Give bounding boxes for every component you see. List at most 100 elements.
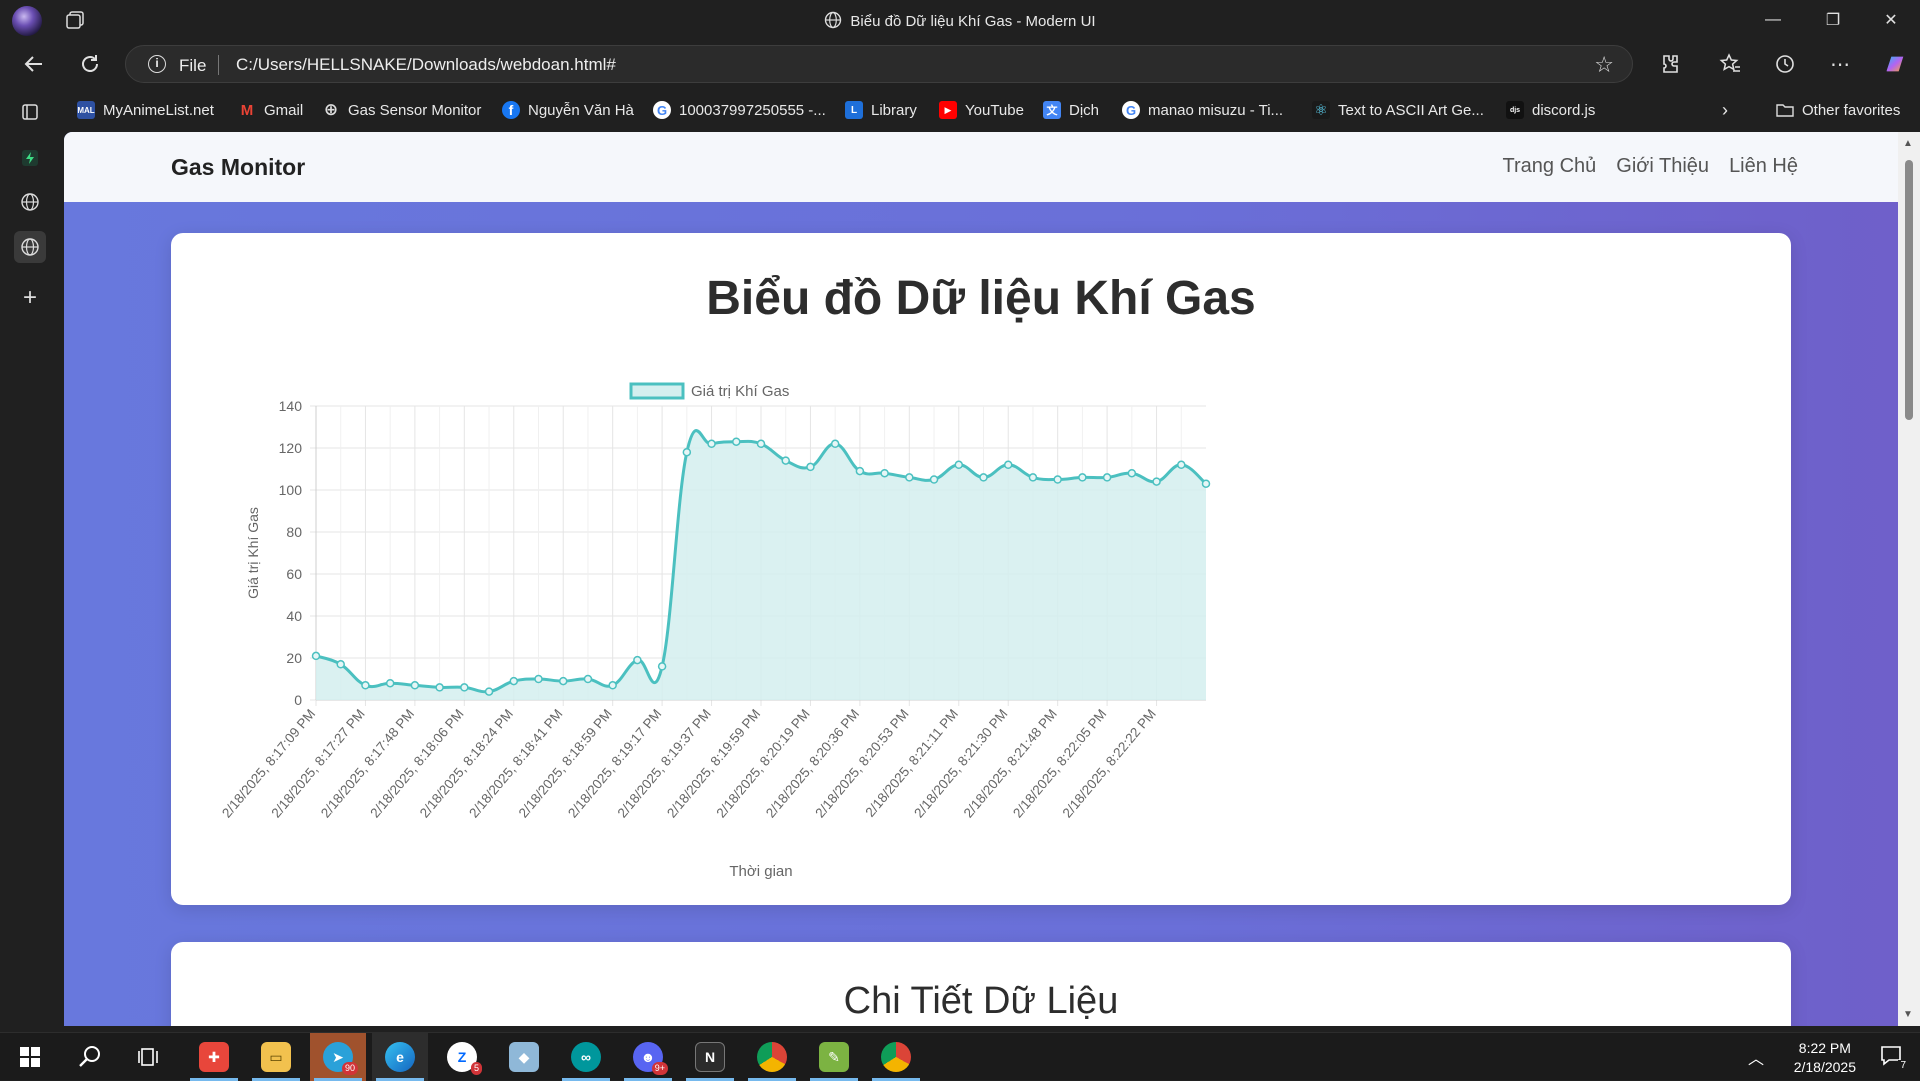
telegram-badge: 90 (341, 1062, 358, 1075)
taskbar-discord[interactable]: ☻ 9+ (620, 1033, 676, 1081)
scrollbar-thumb[interactable] (1905, 160, 1913, 420)
data-point (756, 439, 766, 449)
new-tab-plus-icon[interactable]: + (14, 282, 46, 314)
nav-link-home[interactable]: Trang Chủ (1503, 155, 1597, 178)
google-icon: G (653, 101, 671, 119)
taskbar-zalo[interactable]: Z5 (434, 1033, 490, 1081)
url-text[interactable]: C:/Users/HELLSNAKE/Downloads/webdoan.htm… (236, 55, 616, 75)
x-tick-label: 2/18/2025, 8:18:06 PM (367, 706, 466, 820)
taskbar-arduino[interactable]: ∞ (558, 1033, 614, 1081)
address-bar[interactable]: i File C:/Users/HELLSNAKE/Downloads/webd… (125, 45, 1633, 83)
legend-label: Giá trị Khí Gas (691, 383, 789, 400)
taskbar-notepad-plus[interactable]: ✎ (806, 1033, 862, 1081)
favorite-label: manao misuzu - Ti... (1148, 101, 1284, 119)
more-options-icon[interactable]: ⋯ (1828, 52, 1852, 76)
system-clock[interactable]: 8:22 PM 2/18/2025 (1794, 1039, 1856, 1077)
translate-icon: 文 (1043, 101, 1061, 119)
site-brand[interactable]: Gas Monitor (171, 154, 305, 181)
x-tick-label: 2/18/2025, 8:19:59 PM (664, 706, 763, 820)
favorite-ascii-art[interactable]: ⚛ Text to ASCII Art Ge... (1312, 100, 1484, 120)
notification-center-icon[interactable]: 7 (1880, 1045, 1908, 1071)
copilot-icon[interactable] (1883, 52, 1907, 76)
data-point (336, 660, 345, 669)
restore-button[interactable]: ❐ (1804, 0, 1862, 40)
detail-card: Chi Tiết Dữ Liệu (171, 942, 1791, 1026)
scroll-up-arrow-icon[interactable]: ▲ (1903, 138, 1913, 149)
taskbar-notion[interactable]: N (682, 1033, 738, 1081)
tab-active-globe-icon[interactable] (14, 231, 46, 263)
notepad-plus-icon: ✎ (819, 1042, 849, 1072)
favorite-label: YouTube (965, 101, 1024, 119)
back-icon[interactable] (22, 52, 46, 76)
taskbar-chrome-profile[interactable] (744, 1033, 800, 1081)
nav-link-contact[interactable]: Liên Hệ (1729, 155, 1798, 178)
taskbar-edge[interactable]: e (372, 1033, 428, 1081)
data-point (1003, 460, 1013, 470)
search-button[interactable] (62, 1033, 118, 1081)
favorite-label: Library (871, 101, 917, 119)
favorite-gas-sensor-monitor[interactable]: ⊕ Gas Sensor Monitor (322, 100, 482, 120)
show-hidden-icons-chevron-icon[interactable]: ︿ (1748, 1045, 1764, 1069)
favorite-label: Nguyễn Văn Hà (528, 101, 634, 119)
zalo-badge: 5 (470, 1062, 482, 1075)
scroll-down-arrow-icon[interactable]: ▼ (1903, 1009, 1913, 1020)
taskbar-chrome[interactable] (868, 1033, 924, 1081)
favorite-label: 100037997250555 -... (679, 101, 826, 119)
favorite-google-1[interactable]: G 100037997250555 -... (653, 100, 826, 120)
data-point (410, 681, 420, 690)
x-tick-label: 2/18/2025, 8:21:48 PM (961, 706, 1060, 820)
x-tick-label: 2/18/2025, 8:17:09 PM (219, 706, 318, 820)
favorite-discordjs[interactable]: djs discord.js (1506, 100, 1595, 120)
page-scrollbar[interactable]: ▲ ▼ (1898, 132, 1920, 1026)
taskbar-telegram[interactable]: ➤ 90 (310, 1033, 366, 1081)
clock-time: 8:22 PM (1798, 1040, 1851, 1056)
site-info-icon[interactable]: i (148, 55, 166, 73)
site-navbar: Gas Monitor Trang Chủ Giới Thiệu Liên Hệ (64, 132, 1898, 202)
y-tick-label: 20 (286, 650, 302, 666)
favorite-facebook[interactable]: f Nguyễn Văn Hà (502, 100, 634, 120)
tab-globe-icon[interactable] (14, 186, 46, 218)
data-point (435, 683, 444, 692)
favorite-mal[interactable]: MAL MyAnimeList.net (77, 100, 214, 120)
task-view-button[interactable] (122, 1033, 178, 1081)
favorite-youtube[interactable]: ▶ YouTube (939, 100, 1024, 120)
tab-app-icon[interactable] (14, 142, 46, 174)
taskbar-file-explorer[interactable]: ▭ (248, 1033, 304, 1081)
page-viewport: Gas Monitor Trang Chủ Giới Thiệu Liên Hệ… (64, 132, 1920, 1026)
favorites-overflow-chevron-icon[interactable]: › (1722, 100, 1728, 120)
taskbar-game-controller[interactable]: ✚ (186, 1033, 242, 1081)
other-favorites[interactable]: Other favorites (1776, 100, 1900, 120)
site-nav-links: Trang Chủ Giới Thiệu Liên Hệ (1503, 155, 1798, 178)
search-icon (79, 1046, 100, 1067)
taskbar-notes-app[interactable]: ◆ (496, 1033, 552, 1081)
folder-icon (1776, 101, 1794, 119)
history-icon[interactable] (1773, 52, 1797, 76)
arduino-icon: ∞ (571, 1042, 601, 1072)
x-tick-label: 2/18/2025, 8:22:22 PM (1060, 706, 1159, 820)
tab-actions-icon[interactable] (14, 96, 46, 128)
data-point (484, 687, 494, 696)
data-point (1078, 473, 1087, 482)
favorite-library[interactable]: L Library (845, 100, 917, 120)
favorite-label: MyAnimeList.net (103, 101, 214, 119)
other-favorites-label: Other favorites (1802, 101, 1901, 119)
data-point (954, 460, 964, 470)
facebook-icon: f (502, 101, 520, 119)
favorites-icon[interactable] (1718, 52, 1742, 76)
favorite-star-icon[interactable]: ☆ (1594, 52, 1614, 78)
data-point (979, 473, 988, 482)
favorite-translate[interactable]: 文 Dịch (1043, 100, 1099, 120)
data-point (855, 466, 865, 476)
refresh-icon[interactable] (78, 52, 102, 76)
close-button[interactable]: ✕ (1862, 0, 1920, 40)
y-tick-label: 100 (279, 482, 303, 498)
google-icon: G (1122, 101, 1140, 119)
extensions-icon[interactable] (1657, 52, 1681, 76)
nav-link-about[interactable]: Giới Thiệu (1616, 155, 1709, 178)
x-tick-label: 2/18/2025, 8:19:17 PM (565, 706, 664, 820)
start-button[interactable] (2, 1033, 58, 1081)
favorite-google-2[interactable]: Gmanao misuzu - Ti... (1122, 100, 1283, 120)
minimize-button[interactable]: — (1744, 0, 1802, 40)
favorite-gmail[interactable]: M Gmail (238, 100, 303, 120)
favorites-bar: MAL MyAnimeList.net M Gmail ⊕ Gas Sensor Mo… (0, 88, 1920, 132)
